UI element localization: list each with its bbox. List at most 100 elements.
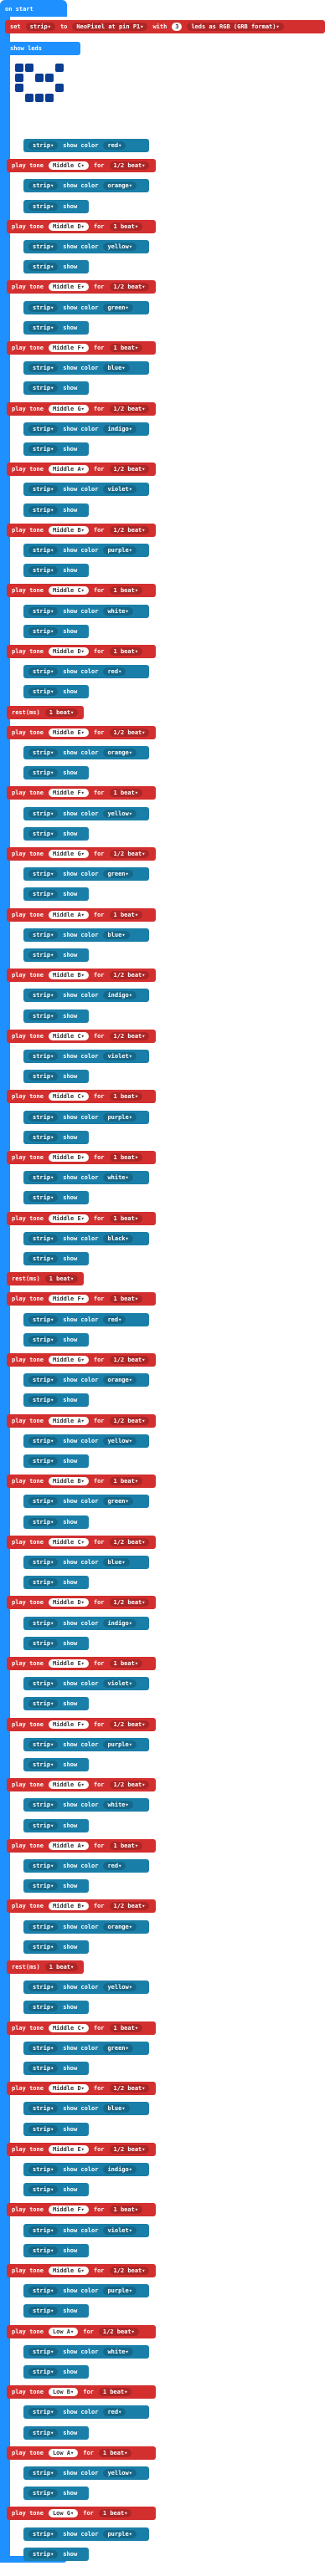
strip-variable-dropdown[interactable]: strip xyxy=(28,566,59,575)
color-dropdown[interactable]: green xyxy=(103,2044,133,2052)
note-dropdown[interactable]: Middle C xyxy=(48,586,89,595)
strip-show-block[interactable]: strip show xyxy=(23,1393,89,1407)
note-dropdown[interactable]: Middle F xyxy=(48,789,89,797)
beat-dropdown[interactable]: 1/2 beat xyxy=(109,1032,150,1040)
note-dropdown[interactable]: Middle F xyxy=(48,1295,89,1303)
beat-dropdown[interactable]: 1 beat xyxy=(109,911,143,919)
color-dropdown[interactable]: blue xyxy=(103,364,130,372)
play-tone-block[interactable]: play tone Middle D for 1 beat xyxy=(7,220,156,233)
strip-variable-dropdown[interactable]: strip xyxy=(28,951,59,959)
strip-variable-dropdown[interactable]: strip xyxy=(28,2429,59,2437)
led-cell[interactable] xyxy=(55,94,64,102)
strip-show-block[interactable]: strip show xyxy=(23,1515,89,1529)
play-tone-block[interactable]: play tone Middle C for 1/2 beat xyxy=(7,1030,156,1043)
note-dropdown[interactable]: Middle D xyxy=(48,647,89,656)
led-cell[interactable] xyxy=(45,104,54,112)
color-dropdown[interactable]: green xyxy=(103,870,133,878)
beat-dropdown[interactable]: 1 beat xyxy=(109,586,143,595)
note-dropdown[interactable]: Middle G xyxy=(48,850,89,858)
led-cell[interactable] xyxy=(35,64,44,72)
note-dropdown[interactable]: Middle F xyxy=(48,2205,89,2214)
strip-show-block[interactable]: strip show xyxy=(23,1576,89,1589)
beat-dropdown[interactable]: 1 beat xyxy=(109,1092,143,1101)
strip-show-block[interactable]: strip show xyxy=(23,381,89,395)
beat-dropdown[interactable]: 1/2 beat xyxy=(109,526,150,534)
strip-variable-dropdown[interactable]: strip xyxy=(28,1376,59,1384)
show-color-block[interactable]: strip show color white xyxy=(23,2345,149,2359)
strip-variable-dropdown[interactable]: strip xyxy=(28,1012,59,1020)
note-dropdown[interactable]: Middle E xyxy=(48,2145,89,2154)
show-color-block[interactable]: strip show color blue xyxy=(23,361,149,375)
strip-variable-dropdown[interactable]: strip xyxy=(28,2104,59,2113)
strip-show-block[interactable]: strip show xyxy=(23,2062,89,2075)
color-dropdown[interactable]: yellow xyxy=(103,243,137,251)
play-tone-block[interactable]: play tone Middle D for 1/2 beat xyxy=(7,2082,156,2095)
show-color-block[interactable]: strip show color violet xyxy=(23,483,149,496)
color-dropdown[interactable]: green xyxy=(103,1497,133,1505)
color-dropdown[interactable]: white xyxy=(103,2348,133,2356)
color-dropdown[interactable]: purple xyxy=(103,1113,137,1122)
play-tone-block[interactable]: play tone Middle F for 1/2 beat xyxy=(7,1718,156,1731)
play-tone-block[interactable]: play tone Middle F for 1 beat xyxy=(7,341,156,355)
strip-variable-dropdown[interactable]: strip xyxy=(28,1336,59,1344)
show-color-block[interactable]: strip show color purple xyxy=(23,544,149,557)
beat-dropdown[interactable]: 1 beat xyxy=(44,1963,79,1971)
strip-variable-dropdown[interactable]: strip xyxy=(28,749,59,757)
beat-dropdown[interactable]: 1/2 beat xyxy=(109,1902,150,1910)
color-dropdown[interactable]: yellow xyxy=(103,1983,137,1991)
strip-show-block[interactable]: strip show xyxy=(23,625,89,638)
strip-show-block[interactable]: strip show xyxy=(23,1252,89,1265)
note-dropdown[interactable]: Middle G xyxy=(48,1356,89,1364)
note-dropdown[interactable]: Middle G xyxy=(48,2267,89,2275)
beat-dropdown[interactable]: 1 beat xyxy=(109,789,143,797)
led-count-input[interactable]: 3 xyxy=(172,23,183,31)
beat-dropdown[interactable]: 1/2 beat xyxy=(98,2328,139,2336)
strip-variable-dropdown[interactable]: strip xyxy=(25,23,55,31)
play-tone-block[interactable]: play tone Low A for 1/2 beat xyxy=(7,2325,156,2338)
color-dropdown[interactable]: white xyxy=(103,1801,133,1809)
color-dropdown[interactable]: orange xyxy=(103,1376,137,1384)
strip-show-block[interactable]: strip show xyxy=(23,2426,89,2440)
strip-variable-dropdown[interactable]: strip xyxy=(28,506,59,514)
strip-variable-dropdown[interactable]: strip xyxy=(28,1882,59,1890)
led-cell[interactable] xyxy=(35,94,44,102)
strip-variable-dropdown[interactable]: strip xyxy=(28,2368,59,2376)
strip-variable-dropdown[interactable]: strip xyxy=(28,667,59,676)
strip-variable-dropdown[interactable]: strip xyxy=(28,2044,59,2052)
strip-show-block[interactable]: strip show xyxy=(23,1637,89,1650)
strip-variable-dropdown[interactable]: strip xyxy=(28,1193,59,1202)
strip-variable-dropdown[interactable]: strip xyxy=(28,425,59,433)
led-cell[interactable] xyxy=(45,84,54,92)
note-dropdown[interactable]: Middle B xyxy=(48,526,89,534)
strip-variable-dropdown[interactable]: strip xyxy=(28,1699,59,1708)
play-tone-block[interactable]: play tone Middle D for 1/2 beat xyxy=(7,1596,156,1609)
color-dropdown[interactable]: indigo xyxy=(103,1619,137,1628)
show-color-block[interactable]: strip show color red xyxy=(23,665,149,678)
strip-variable-dropdown[interactable]: strip xyxy=(28,870,59,878)
color-dropdown[interactable]: green xyxy=(103,304,133,312)
strip-show-block[interactable]: strip show xyxy=(23,1758,89,1771)
play-tone-block[interactable]: play tone Middle F for 1 beat xyxy=(7,786,156,800)
strip-show-block[interactable]: strip show xyxy=(23,1191,89,1204)
strip-show-block[interactable]: strip show xyxy=(23,1697,89,1710)
play-tone-block[interactable]: play tone Low B for 1 beat xyxy=(7,2385,156,2399)
led-cell[interactable] xyxy=(45,94,54,102)
rest-block[interactable]: rest(ms) 1 beat xyxy=(7,1960,84,1974)
show-color-block[interactable]: strip show color yellow xyxy=(23,240,149,253)
play-tone-block[interactable]: play tone Middle B for 1/2 beat xyxy=(7,969,156,982)
play-tone-block[interactable]: play tone Middle A for 1/2 beat xyxy=(7,463,156,476)
strip-variable-dropdown[interactable]: strip xyxy=(28,1133,59,1142)
beat-dropdown[interactable]: 1/2 beat xyxy=(109,850,150,858)
strip-variable-dropdown[interactable]: strip xyxy=(28,2489,59,2497)
strip-variable-dropdown[interactable]: strip xyxy=(28,202,59,211)
strip-show-block[interactable]: strip show xyxy=(23,887,89,901)
strip-variable-dropdown[interactable]: strip xyxy=(28,1801,59,1809)
beat-dropdown[interactable]: 1 beat xyxy=(109,1477,143,1485)
color-dropdown[interactable]: yellow xyxy=(103,810,137,818)
color-dropdown[interactable]: violet xyxy=(103,1052,137,1061)
show-color-block[interactable]: strip show color green xyxy=(23,2042,149,2055)
note-dropdown[interactable]: Middle B xyxy=(48,971,89,979)
strip-variable-dropdown[interactable]: strip xyxy=(28,1396,59,1404)
note-dropdown[interactable]: Middle A xyxy=(48,1842,89,1850)
play-tone-block[interactable]: play tone Low G for 1 beat xyxy=(7,2507,156,2520)
